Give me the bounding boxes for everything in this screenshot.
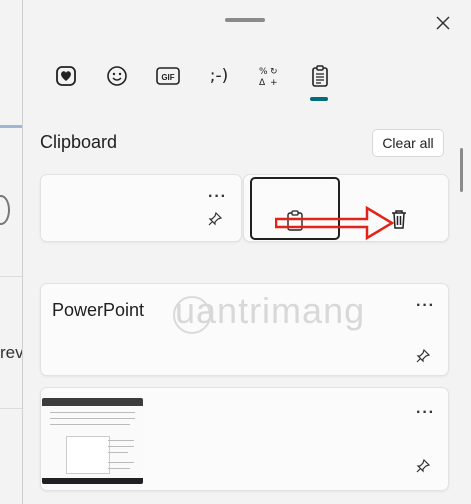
watermark: uantrimang [175, 290, 366, 331]
screenshot-thumbnail [42, 398, 143, 484]
tab-kaomoji-face[interactable] [103, 62, 131, 90]
heart-emoji-icon [56, 66, 76, 86]
background-text: rev [0, 343, 24, 362]
active-tab-indicator [310, 97, 328, 101]
tab-gif[interactable]: GIF [154, 62, 182, 90]
kaomoji-label: ;-) [209, 66, 229, 86]
close-icon [436, 16, 450, 30]
drag-handle[interactable] [225, 18, 265, 22]
close-button[interactable] [431, 11, 455, 35]
more-options-button[interactable]: ··· [208, 188, 227, 206]
more-options-button[interactable]: ··· [416, 404, 435, 422]
svg-text:GIF: GIF [161, 73, 174, 82]
section-title: Clipboard [40, 132, 118, 152]
tab-symbols[interactable]: % ↻ Δ + [255, 62, 283, 90]
red-arrow-annotation [275, 206, 395, 240]
svg-text:%: % [259, 67, 268, 77]
symbols-icon: % ↻ Δ + [259, 67, 278, 87]
pin-icon[interactable] [415, 458, 431, 474]
emoji-clipboard-panel: GIF ;-) % ↻ Δ + Clipboard Clear all ··· [22, 0, 471, 504]
clipboard-icon [312, 65, 328, 87]
svg-text:+: + [270, 78, 278, 87]
clear-all-button[interactable]: Clear all [372, 129, 444, 157]
tab-emoji[interactable] [52, 62, 80, 90]
tab-clipboard[interactable] [306, 62, 334, 90]
clipboard-item-text-content: PowerPoint [52, 300, 145, 320]
svg-text:↻: ↻ [270, 67, 278, 77]
background-icon [0, 195, 10, 225]
more-options-button[interactable]: ··· [416, 297, 435, 315]
pin-icon[interactable] [207, 211, 223, 227]
svg-text:Δ: Δ [259, 78, 266, 87]
pin-icon[interactable] [415, 348, 431, 364]
gif-icon: GIF [156, 67, 180, 85]
tab-kaomoji[interactable]: ;-) [204, 62, 234, 90]
clipboard-item-empty[interactable] [40, 174, 242, 242]
scrollbar[interactable] [460, 148, 463, 192]
smiley-icon [107, 66, 127, 86]
